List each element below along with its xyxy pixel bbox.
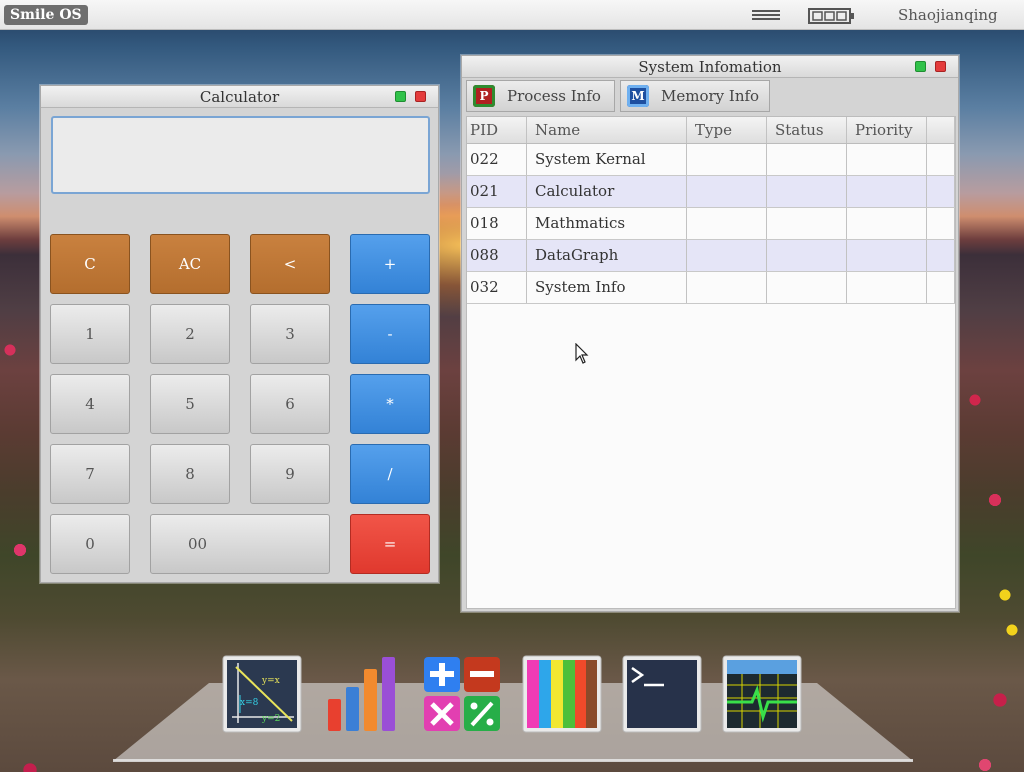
equals-button[interactable]: = bbox=[350, 514, 430, 574]
cell-type bbox=[687, 272, 767, 303]
tab-bar: P Process Info M Memory Info bbox=[462, 78, 958, 116]
dock-edge bbox=[113, 759, 913, 762]
cell-status bbox=[767, 208, 847, 239]
column-header-pid[interactable]: PID bbox=[467, 117, 527, 143]
cell-status bbox=[767, 272, 847, 303]
table-header: PID Name Type Status Priority bbox=[467, 117, 955, 144]
cell-priority bbox=[847, 176, 927, 207]
mathematics-graph-icon[interactable]: y=x x=8 y=2 bbox=[222, 655, 302, 733]
cell-type bbox=[687, 240, 767, 271]
system-monitor-icon[interactable] bbox=[722, 655, 802, 733]
cell-priority bbox=[847, 144, 927, 175]
table-row[interactable]: 088 DataGraph bbox=[467, 240, 955, 272]
cell-pid: 022 bbox=[467, 144, 527, 175]
table-row[interactable]: 022 System Kernal bbox=[467, 144, 955, 176]
svg-text:y=2: y=2 bbox=[261, 714, 280, 724]
table-row[interactable]: 021 Calculator bbox=[467, 176, 955, 208]
key-3[interactable]: 3 bbox=[250, 304, 330, 364]
cell-name: System Kernal bbox=[527, 144, 687, 175]
cell-priority bbox=[847, 208, 927, 239]
key-0[interactable]: 0 bbox=[50, 514, 130, 574]
calculator-operators-icon[interactable] bbox=[422, 655, 502, 733]
close-button[interactable] bbox=[415, 91, 426, 102]
cell-pid: 088 bbox=[467, 240, 527, 271]
cell-priority bbox=[847, 272, 927, 303]
calculator-title: Calculator bbox=[199, 88, 280, 106]
cell-pid: 018 bbox=[467, 208, 527, 239]
column-header-priority[interactable]: Priority bbox=[847, 117, 927, 143]
key-7[interactable]: 7 bbox=[50, 444, 130, 504]
mouse-cursor-icon bbox=[575, 343, 589, 364]
backspace-button[interactable]: < bbox=[250, 234, 330, 294]
cell-type bbox=[687, 208, 767, 239]
key-5[interactable]: 5 bbox=[150, 374, 230, 434]
close-button[interactable] bbox=[935, 61, 946, 72]
column-header-name[interactable]: Name bbox=[527, 117, 687, 143]
key-8[interactable]: 8 bbox=[150, 444, 230, 504]
process-table: PID Name Type Status Priority 022 System… bbox=[466, 116, 956, 609]
calculator-window: Calculator C AC < + 1 2 3 - 4 5 6 * 7 8 … bbox=[40, 85, 439, 583]
column-header-status[interactable]: Status bbox=[767, 117, 847, 143]
minus-button[interactable]: - bbox=[350, 304, 430, 364]
tab-process-info[interactable]: P Process Info bbox=[466, 80, 615, 112]
multiply-button[interactable]: * bbox=[350, 374, 430, 434]
table-row[interactable]: 018 Mathmatics bbox=[467, 208, 955, 240]
cell-pid: 021 bbox=[467, 176, 527, 207]
key-2[interactable]: 2 bbox=[150, 304, 230, 364]
table-row[interactable]: 032 System Info bbox=[467, 272, 955, 304]
hamburger-menu-icon[interactable] bbox=[752, 9, 780, 23]
tab-memory-label: Memory Info bbox=[661, 87, 760, 105]
system-info-titlebar[interactable]: System Infomation bbox=[462, 56, 958, 78]
svg-text:y=x: y=x bbox=[261, 676, 280, 686]
memory-icon: M bbox=[627, 85, 649, 107]
terminal-icon[interactable] bbox=[622, 655, 702, 733]
key-6[interactable]: 6 bbox=[250, 374, 330, 434]
svg-text:x=8: x=8 bbox=[240, 698, 259, 708]
clear-button[interactable]: C bbox=[50, 234, 130, 294]
tab-memory-info[interactable]: M Memory Info bbox=[620, 80, 770, 112]
maximize-button[interactable] bbox=[395, 91, 406, 102]
cell-name: Calculator bbox=[527, 176, 687, 207]
key-1[interactable]: 1 bbox=[50, 304, 130, 364]
plus-button[interactable]: + bbox=[350, 234, 430, 294]
cell-priority bbox=[847, 240, 927, 271]
calculator-display[interactable] bbox=[51, 116, 430, 194]
battery-icon bbox=[808, 8, 854, 24]
cell-name: System Info bbox=[527, 272, 687, 303]
cell-name: Mathmatics bbox=[527, 208, 687, 239]
top-bar: Smile OS Shaojianqing bbox=[0, 0, 1024, 30]
key-9[interactable]: 9 bbox=[250, 444, 330, 504]
key-00[interactable]: 00 bbox=[150, 514, 330, 574]
key-4[interactable]: 4 bbox=[50, 374, 130, 434]
column-header-type[interactable]: Type bbox=[687, 117, 767, 143]
column-header-filler bbox=[927, 117, 955, 143]
cell-type bbox=[687, 176, 767, 207]
system-info-title: System Infomation bbox=[638, 58, 782, 76]
cell-status bbox=[767, 144, 847, 175]
cell-status bbox=[767, 176, 847, 207]
cell-name: DataGraph bbox=[527, 240, 687, 271]
bar-chart-icon[interactable] bbox=[322, 655, 402, 733]
system-info-window: System Infomation P Process Info M Memor… bbox=[461, 55, 959, 612]
all-clear-button[interactable]: AC bbox=[150, 234, 230, 294]
color-palette-icon[interactable] bbox=[522, 655, 602, 733]
calculator-titlebar[interactable]: Calculator bbox=[41, 86, 438, 108]
cell-pid: 032 bbox=[467, 272, 527, 303]
cell-status bbox=[767, 240, 847, 271]
cell-type bbox=[687, 144, 767, 175]
user-name[interactable]: Shaojianqing bbox=[898, 6, 998, 24]
tab-process-label: Process Info bbox=[507, 87, 601, 105]
divide-button[interactable]: / bbox=[350, 444, 430, 504]
maximize-button[interactable] bbox=[915, 61, 926, 72]
process-icon: P bbox=[473, 85, 495, 107]
os-logo[interactable]: Smile OS bbox=[4, 5, 88, 25]
